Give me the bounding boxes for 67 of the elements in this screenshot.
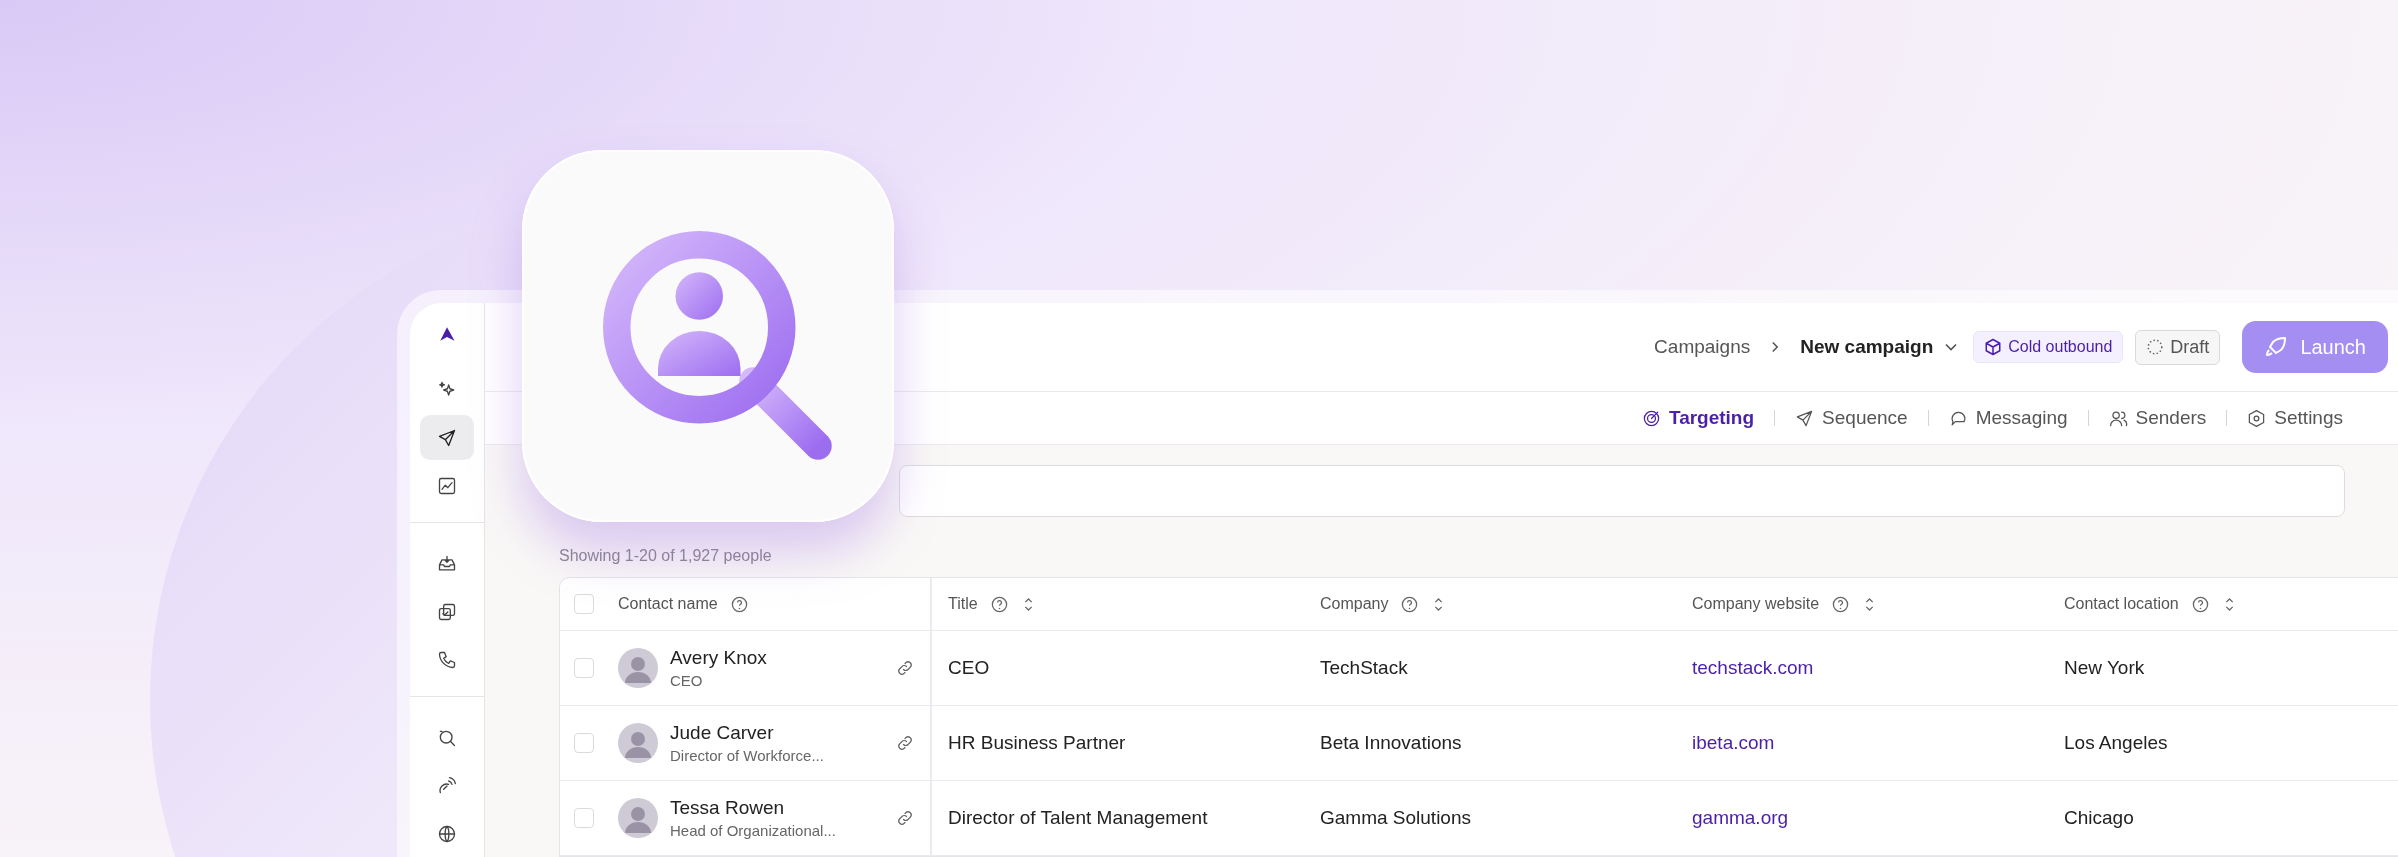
- table-cell: CEO: [948, 657, 990, 679]
- send-icon: [437, 427, 457, 448]
- chart-icon: [437, 475, 457, 496]
- table-cell: Director of Talent Management: [948, 807, 1208, 829]
- rocket-icon: [2264, 335, 2289, 359]
- table-cell: New York: [2064, 657, 2145, 679]
- table-cell: Gamma Solutions: [1320, 807, 1471, 829]
- signal-icon: [437, 775, 457, 796]
- dashed-circle-icon: [2146, 338, 2165, 356]
- website-link[interactable]: gamma.org: [1692, 807, 1789, 829]
- help-icon: [989, 594, 1009, 614]
- tab[interactable]: Settings: [2247, 407, 2343, 429]
- copy-icon: [437, 601, 457, 622]
- row-checkbox[interactable]: [574, 808, 594, 828]
- status-badge: Draft: [2135, 329, 2221, 365]
- help-icon: [729, 594, 749, 614]
- table-cell: HR Business Partner: [948, 732, 1126, 754]
- select-all-checkbox[interactable]: [574, 594, 594, 614]
- table-cell: Chicago: [2064, 807, 2134, 829]
- column-header[interactable]: Company: [1304, 578, 1676, 630]
- inbox-icon: [437, 553, 457, 574]
- contact-name: Avery Knox: [670, 647, 768, 669]
- table-cell: Los Angeles: [2064, 732, 2168, 754]
- website-link[interactable]: ibeta.com: [1692, 732, 1775, 754]
- row-checkbox[interactable]: [574, 658, 594, 678]
- website-link[interactable]: techstack.com: [1692, 657, 1814, 679]
- column-label: Company: [1320, 595, 1389, 613]
- column-label: Company website: [1692, 595, 1820, 613]
- row-checkbox[interactable]: [574, 733, 594, 753]
- help-icon: [1400, 594, 1420, 614]
- link-icon[interactable]: [896, 809, 914, 827]
- help-icon: [2190, 594, 2210, 614]
- breadcrumb-link[interactable]: Campaigns: [1654, 336, 1751, 358]
- contact-subtitle: Head of Organizational...: [670, 822, 837, 839]
- contact-name: Jude Carver: [670, 722, 775, 744]
- table-cell: Beta Innovations: [1320, 732, 1462, 754]
- avatar: [618, 723, 658, 763]
- help-icon: [1831, 594, 1851, 614]
- search-field[interactable]: [899, 465, 2345, 517]
- result-count: Showing 1-20 of 1,927 people: [559, 547, 773, 565]
- tab[interactable]: Targeting: [1641, 407, 1755, 429]
- tab[interactable]: Sequence: [1795, 407, 1908, 429]
- phone-icon: [437, 649, 457, 670]
- link-icon[interactable]: [896, 734, 914, 752]
- tab[interactable]: Senders: [2108, 407, 2207, 429]
- column-label: Title: [948, 595, 978, 613]
- send-icon: [1795, 408, 1815, 428]
- contact-name: Tessa Rowen: [670, 797, 786, 819]
- table-cell: TechStack: [1320, 657, 1408, 679]
- column-label: Contact location: [2064, 595, 2179, 613]
- target-icon: [1641, 408, 1661, 428]
- sidebar-item[interactable]: [420, 415, 474, 460]
- cube-icon: [1984, 338, 2003, 356]
- campaign-type-badge: Cold outbound: [1973, 331, 2124, 363]
- link-icon[interactable]: [896, 659, 914, 677]
- column-header[interactable]: Company website: [1676, 578, 2048, 630]
- campaign-dropdown[interactable]: New campaign: [1800, 336, 1962, 358]
- contact-subtitle: Director of Workforce...: [670, 747, 825, 764]
- settings-icon: [2247, 408, 2267, 428]
- contact-subtitle: CEO: [670, 672, 704, 689]
- tab[interactable]: Messaging: [1948, 407, 2068, 429]
- globe-icon: [437, 823, 457, 844]
- avatar: [618, 798, 658, 838]
- avatar: [618, 648, 658, 688]
- column-header[interactable]: Title: [932, 578, 1304, 630]
- column-label: Contact name: [618, 595, 718, 613]
- column-header[interactable]: Contact location: [2048, 578, 2398, 630]
